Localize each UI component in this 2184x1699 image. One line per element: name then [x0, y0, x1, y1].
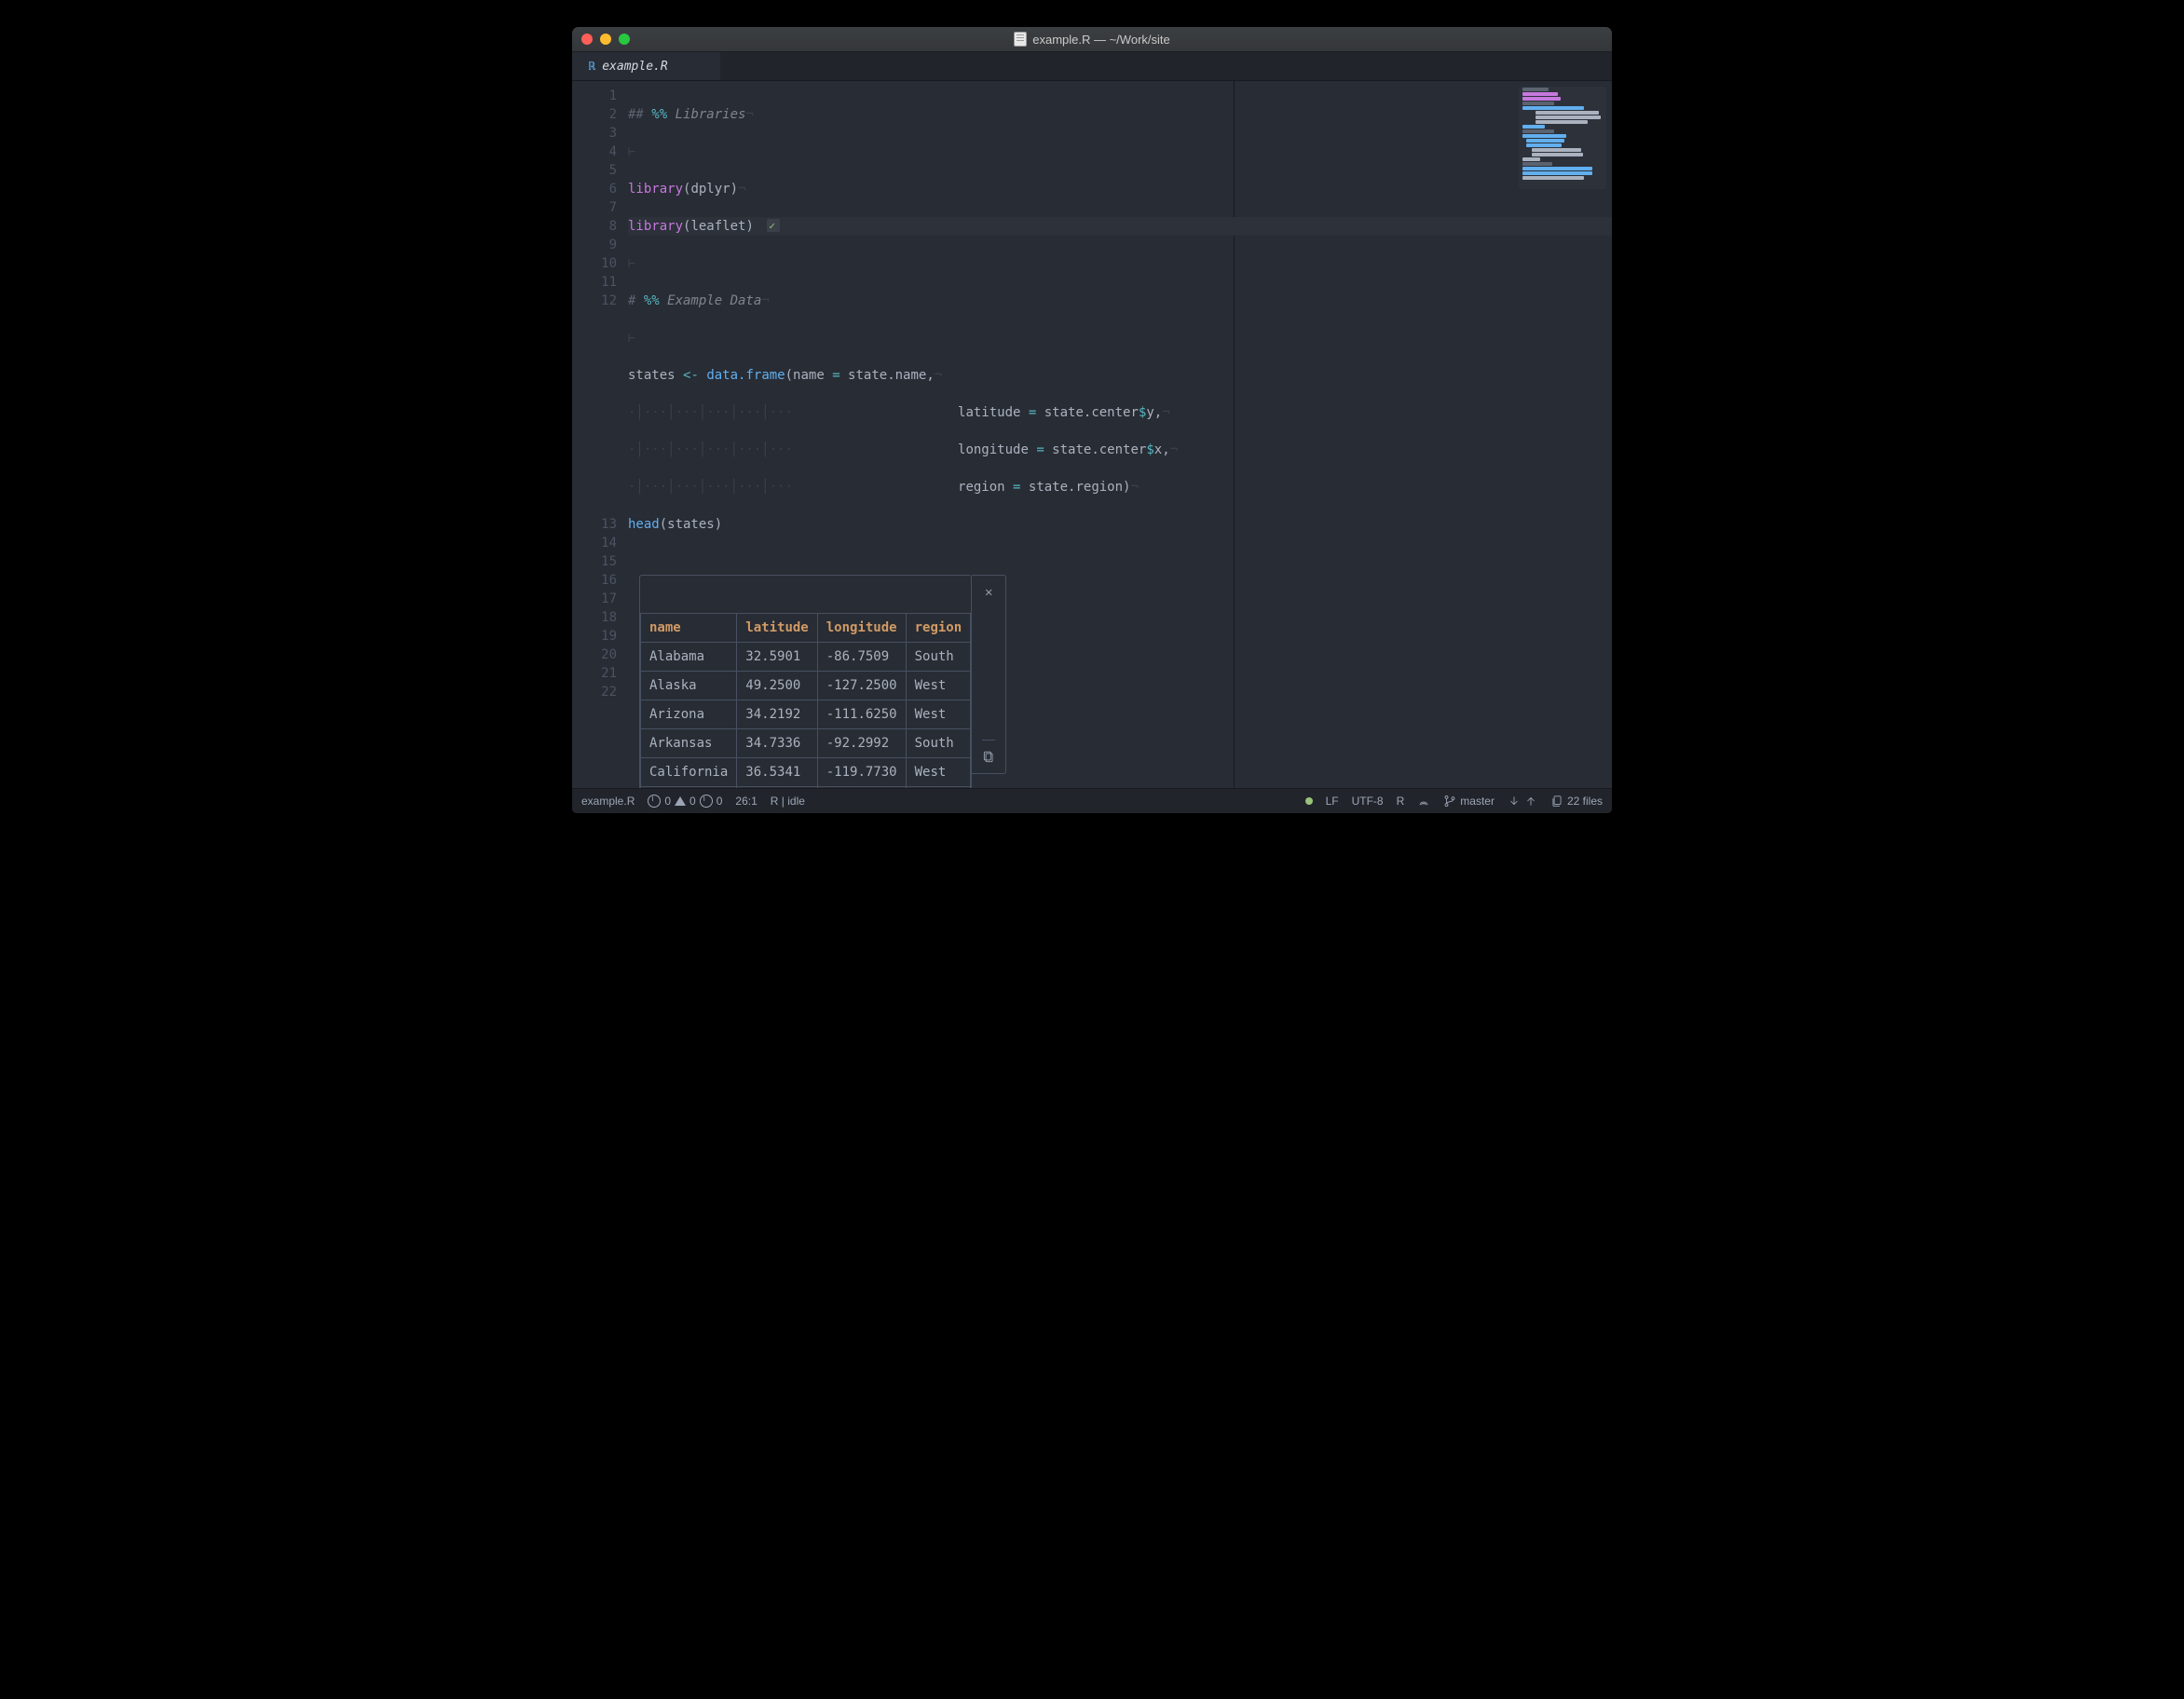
- window-title: example.R — ~/Work/site: [572, 32, 1612, 47]
- result-table-1: name latitude longitude region Alabama32…: [640, 613, 971, 788]
- copy-result-button[interactable]: [982, 740, 995, 773]
- diagnostics[interactable]: 0 0 0: [648, 795, 722, 808]
- connection-status-icon: [1305, 797, 1313, 805]
- status-filename[interactable]: example.R: [581, 795, 635, 808]
- traffic-lights: [581, 34, 630, 45]
- git-branch[interactable]: master: [1443, 795, 1495, 808]
- status-bar: example.R 0 0 0 26:1 R | idle LF UTF-8 R…: [572, 788, 1612, 813]
- tab-example-r[interactable]: ℝ example.R: [572, 52, 720, 80]
- line-gutter: 1 2 3 4 5 6 7 8 9 10 11 12 13 14 15 16 1…: [572, 81, 628, 788]
- close-result-button[interactable]: ✕: [985, 576, 992, 608]
- titlebar: example.R — ~/Work/site: [572, 27, 1612, 52]
- minimap[interactable]: [1519, 87, 1606, 189]
- files-icon: [1550, 795, 1563, 808]
- git-sync[interactable]: [1508, 795, 1537, 808]
- r-file-icon: ℝ: [589, 60, 595, 73]
- info-icon: [700, 795, 713, 808]
- tab-filename: example.R: [602, 60, 667, 74]
- upload-arrow-icon: [1524, 795, 1537, 808]
- cursor-position[interactable]: 26:1: [735, 795, 757, 808]
- grammar[interactable]: R: [1397, 795, 1405, 808]
- editor-window: example.R — ~/Work/site ℝ example.R 1 2 …: [572, 27, 1612, 813]
- tab-bar: ℝ example.R: [572, 52, 1612, 81]
- code-content[interactable]: ## %% Libraries¬ ⊢ library(dplyr)¬ libra…: [628, 81, 1612, 788]
- signal-icon: [1417, 795, 1430, 808]
- runtime-status[interactable]: R | idle: [771, 795, 805, 808]
- warning-icon: [675, 796, 686, 806]
- clipboard-icon: [982, 751, 995, 764]
- file-count[interactable]: 22 files: [1550, 795, 1603, 808]
- document-icon: [1014, 32, 1027, 47]
- editor-area[interactable]: 1 2 3 4 5 6 7 8 9 10 11 12 13 14 15 16 1…: [572, 81, 1612, 788]
- error-icon: [648, 795, 661, 808]
- maximize-window-button[interactable]: [619, 34, 630, 45]
- check-icon: [767, 219, 780, 232]
- minimize-window-button[interactable]: [600, 34, 611, 45]
- close-window-button[interactable]: [581, 34, 593, 45]
- inline-result-1: name latitude longitude region Alabama32…: [628, 571, 1612, 788]
- download-arrow-icon: [1508, 795, 1521, 808]
- remote-status[interactable]: [1417, 795, 1430, 808]
- window-title-text: example.R — ~/Work/site: [1032, 33, 1170, 47]
- line-ending[interactable]: LF: [1326, 795, 1339, 808]
- git-branch-icon: [1443, 795, 1456, 808]
- encoding[interactable]: UTF-8: [1352, 795, 1384, 808]
